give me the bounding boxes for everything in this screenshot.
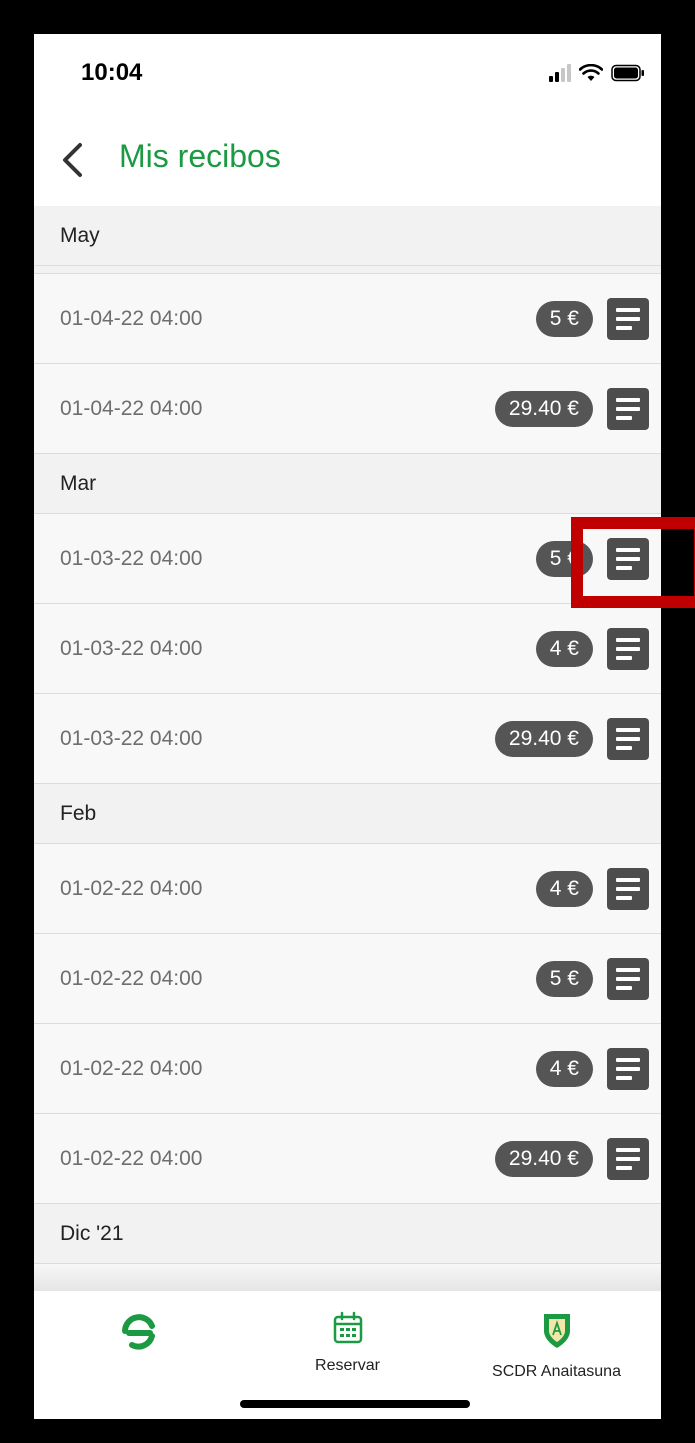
home-indicator <box>240 1400 470 1408</box>
receipt-detail-icon[interactable] <box>607 627 649 670</box>
chevron-left-icon <box>63 143 82 177</box>
receipt-date: 01-02-22 04:00 <box>60 966 203 990</box>
receipt-row[interactable]: 01-03-22 04:00 29.40 € <box>34 694 661 784</box>
receipt-date: 01-02-22 04:00 <box>60 1146 203 1170</box>
amount-badge: 5 € <box>535 960 593 997</box>
receipt-row[interactable]: 01-03-22 04:00 4 € <box>34 604 661 694</box>
amount-badge: 4 € <box>535 870 593 907</box>
calendar-icon <box>333 1311 362 1344</box>
club-shield-icon <box>543 1314 570 1348</box>
amount-badge: 5 € <box>535 540 593 577</box>
signal-icon <box>549 64 571 82</box>
receipt-row[interactable]: 01-02-22 04:00 4 € <box>34 844 661 934</box>
section-header-mar: Mar <box>34 454 661 514</box>
receipt-row[interactable]: 01-04-22 04:00 5 € <box>34 274 661 364</box>
receipt-date: 01-04-22 04:00 <box>60 396 203 420</box>
status-icons <box>549 62 645 84</box>
tab-label: SCDR Anaitasuna <box>492 1363 621 1380</box>
amount-badge: 29.40 € <box>494 1140 593 1177</box>
section-header-may: May <box>34 206 661 266</box>
receipt-row[interactable]: 01-02-22 04:00 5 € <box>34 934 661 1024</box>
receipt-date: 01-03-22 04:00 <box>60 546 203 570</box>
receipt-detail-icon[interactable] <box>607 957 649 1000</box>
receipt-detail-icon[interactable] <box>607 867 649 910</box>
header: Mis recibos <box>34 114 661 206</box>
receipt-date: 01-02-22 04:00 <box>60 1056 203 1080</box>
tab-home[interactable] <box>34 1311 243 1363</box>
receipt-row[interactable]: 01-03-22 04:00 5 € <box>34 514 661 604</box>
status-time: 10:04 <box>81 59 143 86</box>
receipt-date: 01-03-22 04:00 <box>60 726 203 750</box>
receipt-detail-icon[interactable] <box>607 387 649 430</box>
section-header-dic-21: Dic '21 <box>34 1204 661 1264</box>
amount-badge: 5 € <box>535 300 593 337</box>
screen: 10:04 Mis recibos May 01-04-22 04:00 5 €… <box>34 34 661 1419</box>
back-button[interactable] <box>52 136 92 184</box>
receipt-row[interactable]: 01-02-22 04:00 4 € <box>34 1024 661 1114</box>
receipt-detail-icon[interactable] <box>607 297 649 340</box>
receipts-list[interactable]: May 01-04-22 04:00 5 € 01-04-22 04:00 29… <box>34 206 661 1291</box>
wifi-icon <box>579 64 603 81</box>
battery-icon <box>611 64 644 82</box>
amount-badge: 4 € <box>535 1050 593 1087</box>
tab-label: Reservar <box>315 1357 380 1374</box>
page-title: Mis recibos <box>119 138 281 174</box>
tab-bar: Reservar SCDR Anaitasuna <box>34 1291 661 1419</box>
tab-scdr-anaitasuna[interactable]: SCDR Anaitasuna <box>452 1311 661 1381</box>
section-divider <box>34 266 661 274</box>
status-bar: 10:04 <box>34 34 661 114</box>
receipt-detail-icon[interactable] <box>607 537 649 580</box>
section-header-feb: Feb <box>34 784 661 844</box>
amount-badge: 29.40 € <box>494 720 593 757</box>
receipt-row[interactable]: 01-02-22 04:00 29.40 € <box>34 1114 661 1204</box>
receipt-detail-icon[interactable] <box>607 1047 649 1090</box>
amount-badge: 4 € <box>535 630 593 667</box>
receipt-date: 01-02-22 04:00 <box>60 876 203 900</box>
amount-badge: 29.40 € <box>494 390 593 427</box>
receipt-row[interactable]: 01-04-22 04:00 29.40 € <box>34 364 661 454</box>
receipt-date: 01-03-22 04:00 <box>60 636 203 660</box>
app-logo-icon <box>121 1314 155 1350</box>
receipt-date: 01-04-22 04:00 <box>60 306 203 330</box>
receipt-detail-icon[interactable] <box>607 717 649 760</box>
tab-reservar[interactable]: Reservar <box>243 1311 452 1375</box>
receipt-detail-icon[interactable] <box>607 1137 649 1180</box>
